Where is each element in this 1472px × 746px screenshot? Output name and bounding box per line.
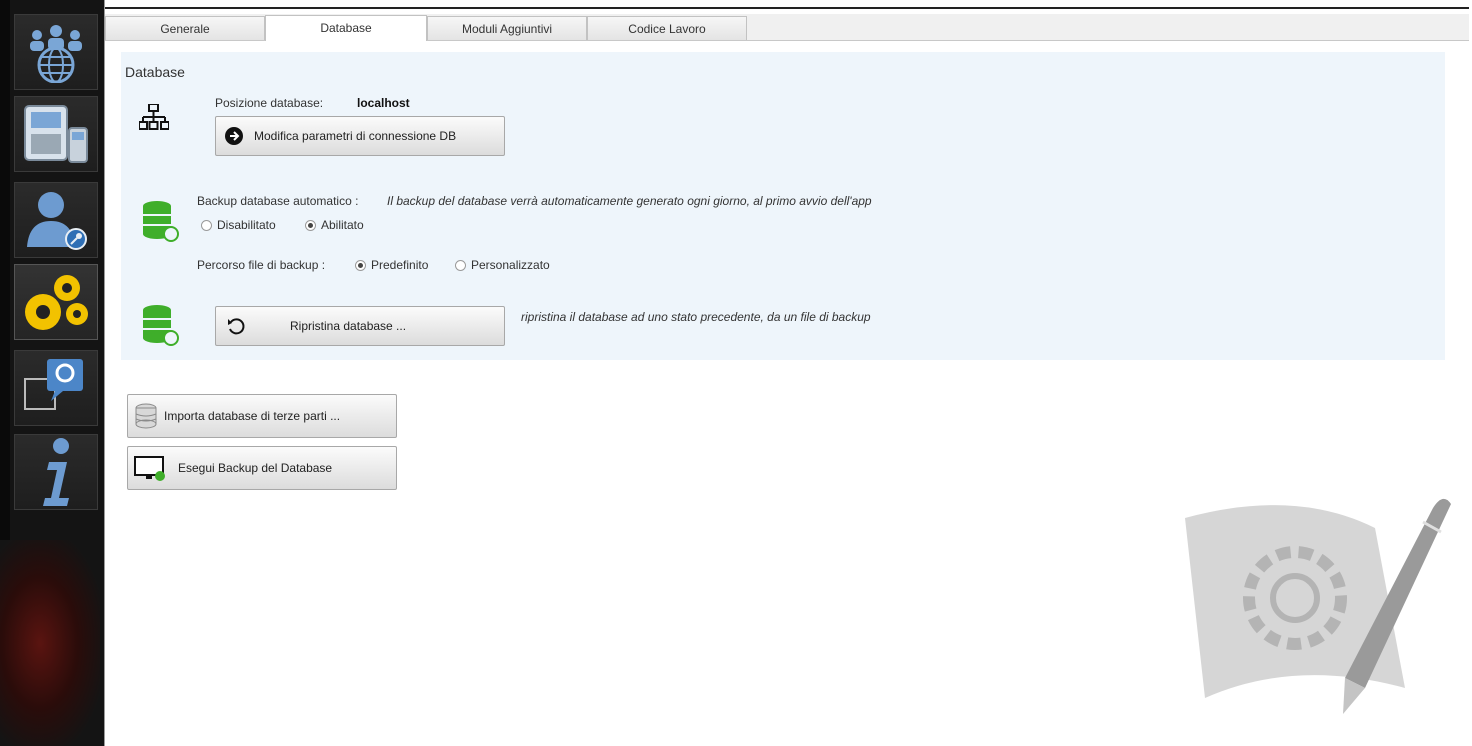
radio-on-icon [355, 259, 366, 271]
arrow-right-circle-icon [225, 127, 243, 145]
sidebar-item-info[interactable] [14, 434, 98, 510]
undo-icon [228, 318, 245, 335]
radio-on-icon [305, 219, 316, 231]
tab-codice-lavoro[interactable]: Codice Lavoro [587, 16, 747, 40]
db-position-value: localhost [357, 96, 410, 110]
tab-bar: Generale Database Moduli Aggiuntivi Codi… [105, 14, 1469, 41]
sidebar-item-support[interactable] [14, 350, 98, 426]
devices-icon [24, 105, 88, 163]
user-key-icon [27, 192, 87, 250]
main-panel: Generale Database Moduli Aggiuntivi Codi… [104, 0, 1472, 746]
modify-db-connection-label: Modifica parametri di connessione DB [254, 129, 457, 143]
radio-off-icon [201, 219, 212, 231]
radio-off-icon [455, 259, 466, 271]
backup-disabled-radio[interactable]: Disabilitato [201, 218, 276, 232]
db-position-label: Posizione database: [215, 96, 324, 110]
import-third-party-db-label: Importa database di terze parti ... [164, 409, 341, 423]
path-default-radio[interactable]: Predefinito [355, 258, 428, 272]
monitor-backup-icon [134, 456, 165, 481]
sidebar-item-users[interactable] [14, 14, 98, 90]
backup-auto-label: Backup database automatico : [197, 194, 359, 208]
section-title: Database [125, 64, 185, 80]
sidebar [0, 0, 104, 746]
restore-description: ripristina il database ad uno stato prec… [521, 310, 871, 324]
gears-icon [25, 275, 88, 330]
tab-database[interactable]: Database [265, 15, 427, 41]
path-custom-radio[interactable]: Personalizzato [455, 258, 550, 272]
blueprint-pencil-watermark-icon [1185, 498, 1451, 714]
backup-disabled-label: Disabilitato [217, 218, 276, 232]
database-restore-icon [143, 305, 179, 346]
database-gray-icon [135, 403, 157, 429]
sidebar-item-devices[interactable] [14, 96, 98, 172]
modify-db-connection-button[interactable]: Modifica parametri di connessione DB [215, 116, 505, 156]
sidebar-item-settings[interactable] [14, 264, 98, 340]
backup-enabled-radio[interactable]: Abilitato [305, 218, 364, 232]
path-custom-label: Personalizzato [471, 258, 550, 272]
import-third-party-db-button[interactable]: Importa database di terze parti ... [127, 394, 397, 438]
users-globe-icon [30, 25, 82, 83]
info-icon [43, 438, 69, 506]
restore-database-label: Ripristina database ... [290, 319, 407, 333]
database-settings-panel: Database Posizione database: localhost M… [121, 52, 1445, 360]
sidebar-logo-glow [0, 540, 100, 746]
path-default-label: Predefinito [371, 258, 429, 272]
sidebar-item-user-access[interactable] [14, 182, 98, 258]
backup-path-label: Percorso file di backup : [197, 258, 326, 272]
run-db-backup-label: Esegui Backup del Database [178, 461, 333, 475]
tab-moduli-aggiuntivi[interactable]: Moduli Aggiuntivi [427, 16, 587, 40]
database-backup-icon [143, 201, 179, 242]
network-icon [139, 104, 169, 130]
backup-enabled-label: Abilitato [321, 218, 364, 232]
run-db-backup-button[interactable]: Esegui Backup del Database [127, 446, 397, 490]
support-chat-icon [24, 359, 83, 410]
restore-database-button[interactable]: Ripristina database ... [215, 306, 505, 346]
backup-auto-description: Il backup del database verrà automaticam… [387, 194, 872, 208]
top-border [105, 7, 1469, 9]
tab-generale[interactable]: Generale [105, 16, 265, 40]
